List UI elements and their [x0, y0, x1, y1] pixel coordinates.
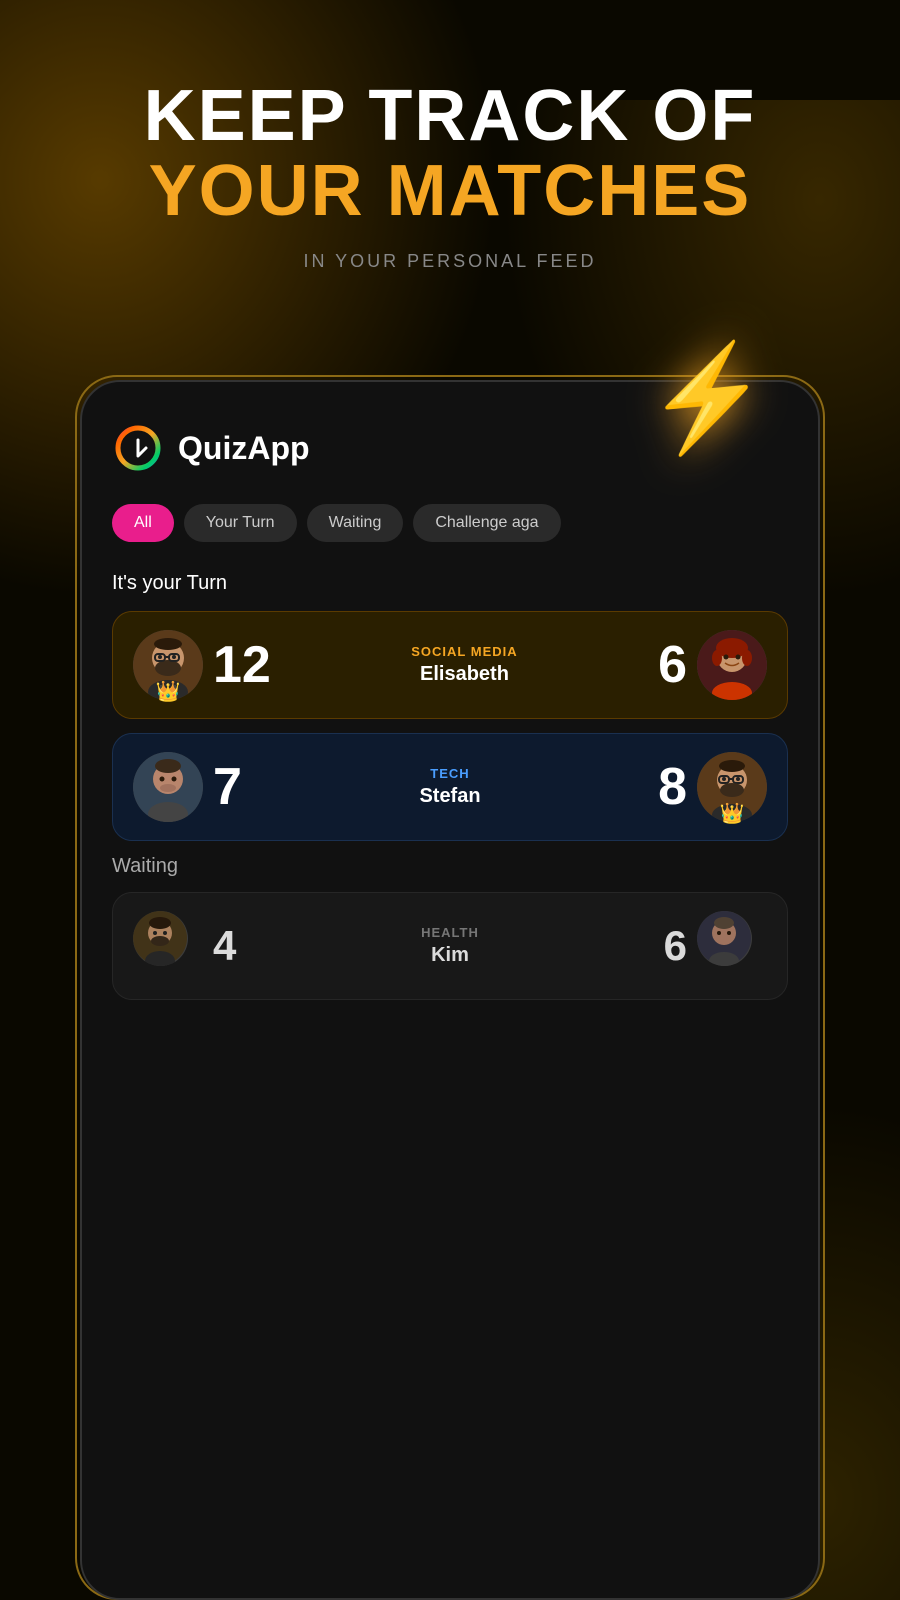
tab-waiting[interactable]: Waiting	[307, 504, 404, 542]
tab-challenge[interactable]: Challenge aga	[413, 504, 560, 542]
match-card-1[interactable]: 7 TECH Stefan 8	[112, 733, 788, 841]
header: KEEP TRACK OF YOUR MATCHES IN YOUR PERSO…	[0, 80, 900, 272]
right-crown-1: 👑	[720, 801, 745, 826]
phone-frame: QuizApp All Your Turn Waiting Challenge …	[80, 380, 820, 1600]
right-score-1: 8	[658, 757, 687, 817]
filter-tabs: All Your Turn Waiting Challenge aga	[112, 504, 788, 542]
header-line2: YOUR MATCHES	[0, 152, 900, 231]
right-avatar-container-1: 👑	[697, 752, 767, 822]
match-category-waiting-0: HEALTH	[246, 925, 653, 940]
left-player-0: 👑 12	[133, 630, 271, 700]
left-avatar-container-1	[133, 752, 203, 822]
left-avatar-waiting-0	[133, 911, 188, 966]
match-card-0[interactable]: 👑 12 SOCIAL MEDIA Elisabeth 6	[112, 611, 788, 719]
tab-your-turn[interactable]: Your Turn	[184, 504, 297, 542]
match-opponent-waiting-0: Kim	[246, 944, 653, 967]
app-logo	[112, 422, 164, 474]
match-opponent-1: Stefan	[252, 785, 648, 808]
right-avatar-waiting-0	[697, 911, 752, 966]
match-category-0: SOCIAL MEDIA	[281, 644, 648, 659]
match-category-1: TECH	[252, 766, 648, 781]
left-avatar-container-0: 👑	[133, 630, 203, 700]
match-opponent-0: Elisabeth	[281, 663, 648, 686]
right-score-waiting-0: 6	[664, 922, 687, 970]
left-player-waiting-0: 4	[133, 911, 236, 981]
right-avatar-container-waiting-0	[697, 911, 767, 981]
right-player-waiting-0: 6	[664, 911, 767, 981]
phone-content: QuizApp All Your Turn Waiting Challenge …	[82, 382, 818, 1034]
left-score-0: 12	[213, 635, 271, 695]
right-player-0: 6	[658, 630, 767, 700]
right-avatar-container-0	[697, 630, 767, 700]
waiting-section: Waiting	[112, 855, 788, 1000]
match-center-1: TECH Stefan	[242, 766, 658, 808]
left-score-waiting-0: 4	[213, 922, 236, 970]
tab-all[interactable]: All	[112, 504, 174, 542]
right-avatar-0	[697, 630, 767, 700]
waiting-section-label: Waiting	[112, 855, 788, 878]
match-card-waiting-0[interactable]: 4 HEALTH Kim 6	[112, 892, 788, 1000]
right-score-0: 6	[658, 635, 687, 695]
left-crown-0: 👑	[156, 679, 181, 704]
match-center-0: SOCIAL MEDIA Elisabeth	[271, 644, 658, 686]
right-player-1: 8	[658, 752, 767, 822]
match-center-waiting-0: HEALTH Kim	[236, 925, 663, 967]
header-line1: KEEP TRACK OF	[0, 80, 900, 152]
left-avatar-1	[133, 752, 203, 822]
lightning-icon: ⚡	[641, 335, 775, 462]
left-score-1: 7	[213, 757, 242, 817]
your-turn-section-label: It's your Turn	[112, 572, 788, 595]
left-avatar-container-waiting-0	[133, 911, 203, 981]
app-name-label: QuizApp	[178, 430, 310, 467]
header-subtitle: IN YOUR PERSONAL FEED	[0, 251, 900, 272]
left-player-1: 7	[133, 752, 242, 822]
